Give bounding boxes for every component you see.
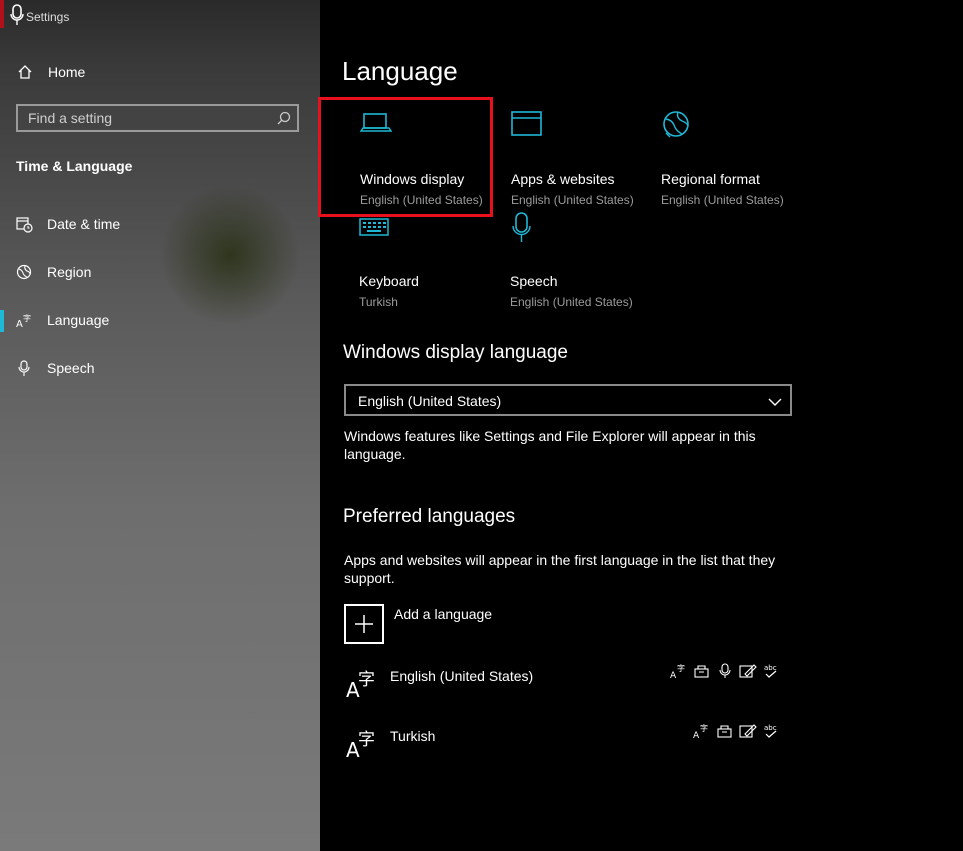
microphone-icon [510, 211, 542, 250]
nav-home[interactable]: Home [0, 53, 320, 93]
svg-text:A: A [670, 671, 677, 679]
tile-regional-format[interactable]: Regional format English (United States) [661, 109, 811, 209]
search-box[interactable] [16, 104, 299, 132]
language-features: A字 abc [670, 663, 780, 679]
tile-name: Windows display [360, 171, 465, 187]
language-features: A字 abc [693, 723, 780, 739]
language-item-english[interactable]: A字 English (United States) A字 abc [344, 663, 784, 707]
preferred-languages-heading: Preferred languages [343, 506, 516, 527]
home-icon [17, 64, 35, 82]
display-language-dropdown[interactable]: English (United States) [344, 384, 792, 416]
svg-text:字: 字 [23, 313, 31, 323]
dropdown-value: English (United States) [358, 393, 502, 409]
title-bar: Settings [0, 0, 320, 34]
calendar-clock-icon [16, 216, 34, 234]
search-icon[interactable] [277, 111, 291, 130]
tile-windows-display[interactable]: Windows display English (United States) [359, 109, 510, 209]
nav-home-label: Home [48, 64, 86, 80]
tile-name: Speech [510, 273, 558, 289]
microphone-icon [10, 4, 24, 31]
add-language-button[interactable] [344, 604, 384, 644]
svg-text:字: 字 [677, 663, 685, 673]
tile-subtitle: English (United States) [661, 193, 784, 207]
svg-text:A: A [693, 731, 700, 739]
language-pack-icon [717, 725, 732, 738]
tile-apps-websites[interactable]: Apps & websites English (United States) [511, 109, 661, 209]
spell-check-icon: abc [764, 664, 777, 678]
plus-icon [355, 615, 373, 633]
laptop-icon [359, 109, 393, 140]
display-language-icon: A字 [693, 723, 708, 739]
sidebar-item-label: Language [47, 312, 110, 328]
keyboard-icon [359, 211, 391, 244]
sidebar: Settings Home Time & Language Date & tim… [0, 0, 320, 851]
sidebar-item-language[interactable]: A字 Language [0, 301, 320, 341]
microphone-icon [16, 360, 34, 378]
language-icon: A字 [16, 312, 34, 330]
svg-text:字: 字 [358, 730, 375, 750]
tile-subtitle: English (United States) [511, 193, 634, 207]
svg-text:abc: abc [764, 664, 777, 672]
section-heading: Time & Language [16, 158, 133, 174]
chevron-down-icon [768, 394, 782, 412]
sidebar-item-date-time[interactable]: Date & time [0, 205, 320, 245]
language-glyph-icon: A字 [344, 663, 380, 708]
tile-name: Apps & websites [511, 171, 615, 187]
svg-text:A: A [16, 319, 23, 329]
handwriting-icon [739, 664, 757, 678]
display-language-icon: A字 [670, 663, 685, 679]
window-icon [511, 109, 543, 142]
speech-icon [719, 663, 731, 678]
language-glyph-icon: A字 [344, 723, 380, 768]
add-language-label[interactable]: Add a language [394, 606, 492, 622]
tile-subtitle: English (United States) [360, 193, 483, 207]
sidebar-item-region[interactable]: Region [0, 253, 320, 293]
spell-check-icon: abc [764, 724, 777, 738]
tile-name: Regional format [661, 171, 760, 187]
main-content: Language Windows display English (United… [318, 0, 963, 851]
language-name: Turkish [390, 728, 436, 744]
search-input[interactable] [18, 106, 278, 130]
page-title: Language [342, 56, 458, 86]
svg-text:字: 字 [700, 723, 708, 733]
title-accent-bar [0, 0, 4, 28]
tile-name: Keyboard [359, 273, 419, 289]
window-title: Settings [26, 10, 70, 24]
tile-subtitle: Turkish [359, 295, 398, 309]
display-language-description: Windows features like Settings and File … [344, 428, 756, 462]
sidebar-item-label: Region [47, 264, 92, 280]
tile-keyboard[interactable]: Keyboard Turkish [359, 211, 509, 311]
language-item-turkish[interactable]: A字 Turkish A字 abc [344, 723, 784, 767]
svg-text:字: 字 [358, 670, 375, 690]
sidebar-item-label: Speech [47, 360, 95, 376]
tile-subtitle: English (United States) [510, 295, 633, 309]
tile-speech[interactable]: Speech English (United States) [510, 211, 660, 311]
globe-icon [661, 109, 693, 146]
sidebar-item-speech[interactable]: Speech [0, 349, 320, 389]
language-pack-icon [694, 665, 709, 678]
display-language-heading: Windows display language [343, 342, 568, 363]
globe-icon [16, 264, 34, 282]
svg-text:abc: abc [764, 724, 777, 732]
handwriting-icon [739, 724, 757, 738]
preferred-languages-description: Apps and websites will appear in the fir… [344, 552, 776, 586]
language-name: English (United States) [390, 668, 534, 684]
sidebar-item-label: Date & time [47, 216, 121, 232]
